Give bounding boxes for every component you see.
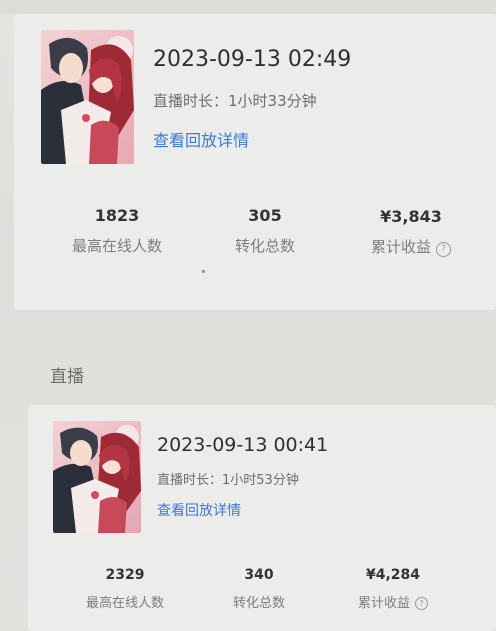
- dust-speck: [202, 270, 205, 273]
- session-duration: 直播时长：1小时53分钟: [157, 473, 299, 488]
- session-datetime: 2023-09-13 02:49: [153, 47, 352, 72]
- session-datetime: 2023-09-13 00:41: [157, 434, 329, 456]
- stat-label-row: 累计收益?: [328, 592, 458, 611]
- stat-value: 340: [244, 567, 274, 583]
- cover-illustration: [41, 30, 134, 164]
- stat-value: 2329: [105, 567, 145, 583]
- stat-label: 最高在线人数: [85, 596, 164, 611]
- stat-label: 累计收益: [357, 596, 410, 611]
- stat-value: ¥4,284: [365, 567, 421, 583]
- stat-label: 最高在线人数: [71, 237, 162, 255]
- stat-total-earnings: ¥4,284 累计收益?: [328, 567, 458, 611]
- stat-label-row: 累计收益?: [346, 236, 476, 257]
- section-label-live: 直播: [50, 367, 84, 387]
- stat-value: ¥3,843: [380, 207, 442, 226]
- stat-peak-online: 2329 最高在线人数: [60, 567, 190, 611]
- question-circle-icon[interactable]: ?: [436, 242, 451, 257]
- stat-value: 1823: [94, 206, 140, 225]
- top-strip: [0, 0, 496, 14]
- stat-label: 转化总数: [234, 237, 295, 255]
- stat-total-conversions: 305 转化总数: [200, 206, 330, 256]
- live-history-screen: 2023-09-13 02:49 直播时长：1小时33分钟 查看回放详情 182…: [0, 0, 496, 631]
- stat-value: 305: [248, 206, 282, 225]
- session-cover-image[interactable]: [41, 30, 134, 164]
- stat-total-earnings: ¥3,843 累计收益?: [346, 207, 476, 257]
- question-circle-icon[interactable]: ?: [415, 597, 428, 610]
- stat-label: 转化总数: [232, 596, 285, 611]
- session-cover-image[interactable]: [53, 421, 141, 533]
- cover-illustration: [53, 421, 141, 533]
- stat-total-conversions: 340 转化总数: [194, 567, 324, 611]
- stat-label: 累计收益: [370, 238, 431, 256]
- view-replay-details-link[interactable]: 查看回放详情: [157, 500, 241, 520]
- stat-peak-online: 1823 最高在线人数: [52, 206, 182, 256]
- session-duration: 直播时长：1小时33分钟: [153, 92, 317, 110]
- view-replay-details-link[interactable]: 查看回放详情: [153, 127, 249, 151]
